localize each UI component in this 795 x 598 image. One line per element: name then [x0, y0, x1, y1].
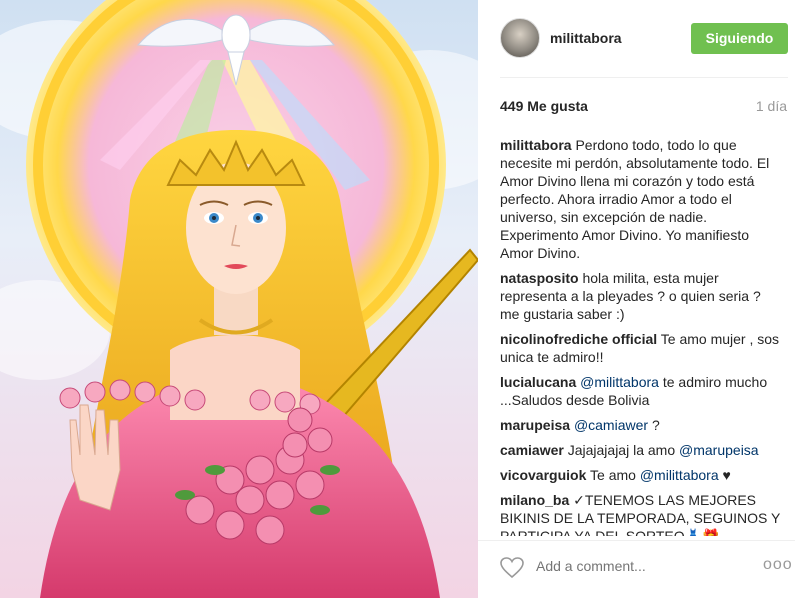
comment-item: marupeisa @camiawer ? — [500, 416, 784, 434]
comment-user[interactable]: marupeisa — [500, 417, 570, 433]
following-button[interactable]: Siguiendo — [691, 23, 788, 54]
comment-text: ? — [651, 417, 660, 433]
comment-item: lucialucana @milittabora te admiro mucho… — [500, 373, 784, 409]
likes-count[interactable]: 449 Me gusta — [500, 98, 588, 114]
heart-emoji: ♥ — [722, 467, 731, 483]
comment-mention[interactable]: @milittabora — [640, 467, 719, 483]
post-image[interactable] — [0, 0, 478, 598]
avatar[interactable] — [500, 18, 540, 58]
heart-icon[interactable] — [500, 557, 524, 579]
comment-item: vicovarguiok Te amo @milittabora ♥ — [500, 466, 784, 484]
comment-item: milano_ba ✓TENEMOS LAS MEJORES BIKINIS D… — [500, 491, 784, 536]
post-time[interactable]: 1 día — [756, 98, 787, 114]
comment-mention[interactable]: @camiawer — [574, 417, 648, 433]
comment-user[interactable]: natasposito — [500, 270, 579, 286]
comment-item: natasposito hola milita, esta mujer repr… — [500, 269, 784, 323]
comment-text: Te amo — [590, 467, 636, 483]
saint-painting — [0, 0, 478, 598]
post-header: milittabora Siguiendo — [478, 0, 795, 77]
comment-item: milittabora Perdono todo, todo lo que ne… — [500, 136, 784, 262]
comment-item: nicolinofrediche official Te amo mujer ,… — [500, 330, 784, 366]
comment-user[interactable]: milano_ba — [500, 492, 569, 508]
comment-text: Jajajajajaj la amo — [567, 442, 676, 458]
comments-list[interactable]: milittabora Perdono todo, todo lo que ne… — [500, 136, 784, 536]
post-sidebar: milittabora Siguiendo 449 Me gusta 1 día… — [478, 0, 795, 598]
more-options-icon[interactable]: ooo — [763, 556, 793, 574]
username-link[interactable]: milittabora — [550, 30, 622, 46]
comment-item: camiawer Jajajajajaj la amo @marupeisa — [500, 441, 784, 459]
comment-user[interactable]: camiawer — [500, 442, 564, 458]
add-comment-input[interactable] — [536, 558, 736, 574]
comment-user[interactable]: vicovarguiok — [500, 467, 586, 483]
post-actions: ooo — [478, 540, 795, 598]
comment-text: Perdono todo, todo lo que necesite mi pe… — [500, 137, 770, 261]
instagram-post-view: milittabora Siguiendo 449 Me gusta 1 día… — [0, 0, 795, 598]
comment-user[interactable]: lucialucana — [500, 374, 576, 390]
divider — [500, 77, 788, 78]
comment-mention[interactable]: @marupeisa — [679, 442, 759, 458]
comment-mention[interactable]: @milittabora — [580, 374, 659, 390]
comment-user[interactable]: nicolinofrediche official — [500, 331, 657, 347]
comment-user[interactable]: milittabora — [500, 137, 572, 153]
